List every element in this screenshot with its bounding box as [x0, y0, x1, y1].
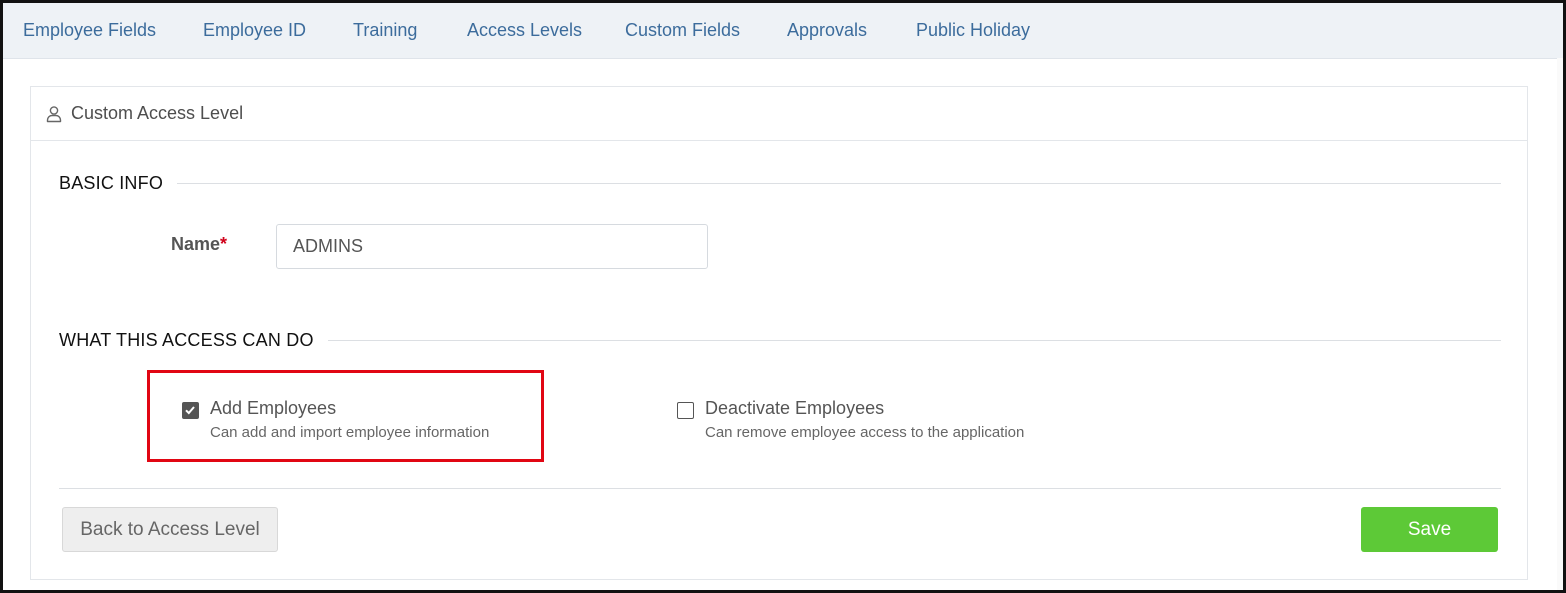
- back-to-access-level-button[interactable]: Back to Access Level: [62, 507, 278, 552]
- save-button[interactable]: Save: [1361, 507, 1498, 552]
- name-label: Name*: [171, 234, 227, 255]
- deactivate-employees-label[interactable]: Deactivate Employees: [705, 398, 884, 419]
- highlight-box: [147, 370, 544, 462]
- tab-employee-fields[interactable]: Employee Fields: [23, 3, 156, 58]
- card-header: Custom Access Level: [31, 87, 1527, 141]
- basic-info-heading: BASIC INFO: [59, 173, 178, 194]
- tab-training[interactable]: Training: [353, 3, 417, 58]
- name-label-text: Name: [171, 234, 221, 254]
- deactivate-employees-description: Can remove employee access to the applic…: [705, 424, 1025, 441]
- custom-access-level-card: Custom Access Level BASIC INFO Name* WHA…: [30, 86, 1528, 580]
- user-icon: [45, 105, 63, 123]
- tab-approvals[interactable]: Approvals: [787, 3, 867, 58]
- deactivate-employees-checkbox[interactable]: [677, 402, 694, 419]
- tab-public-holiday[interactable]: Public Holiday: [916, 3, 1030, 58]
- scrollbar[interactable]: [1557, 58, 1563, 590]
- settings-tab-bar: Employee Fields Employee ID Training Acc…: [3, 3, 1563, 59]
- tab-custom-fields[interactable]: Custom Fields: [625, 3, 740, 58]
- footer-divider: [59, 488, 1501, 489]
- app-frame: Employee Fields Employee ID Training Acc…: [0, 0, 1566, 593]
- name-input[interactable]: [276, 224, 708, 269]
- permissions-heading: WHAT THIS ACCESS CAN DO: [59, 330, 328, 351]
- section-divider: [59, 183, 1501, 184]
- card-title: Custom Access Level: [71, 103, 244, 123]
- required-marker: *: [220, 234, 228, 254]
- tab-employee-id[interactable]: Employee ID: [203, 3, 306, 58]
- tab-access-levels[interactable]: Access Levels: [467, 3, 582, 58]
